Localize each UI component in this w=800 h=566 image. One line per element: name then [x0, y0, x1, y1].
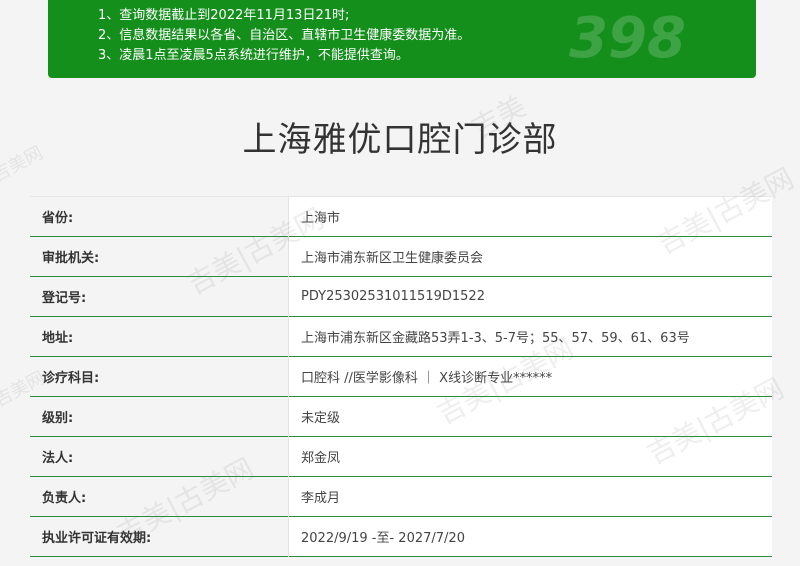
row-value: 李成月 [301, 491, 341, 506]
row-label: 诊疗科目: [30, 356, 289, 397]
notice-line-1: 1、查询数据截止到2022年11月13日21时; [98, 8, 350, 23]
row-label: 法人: [30, 436, 289, 477]
table-row-license-validity: 执业许可证有效期: 2022/9/19 -至- 2027/7/20 [30, 516, 772, 557]
row-value: 上海市浦东新区金藏路53弄1-3、5-7号；55、57、59、61、63号 [301, 331, 690, 346]
row-value: 口腔科 //医学影像科 ｜ X线诊断专业****** [301, 371, 553, 386]
notice-banner: 1、查询数据截止到2022年11月13日21时; 2、信息数据结果以各省、自治区… [48, 0, 756, 78]
page-title: 上海雅优口腔门诊部 [242, 120, 558, 160]
row-value: PDY25302531011519D1522 [301, 289, 485, 304]
notice-line-3: 3、凌晨1点至凌晨5点系统进行维护，不能提供查询。 [98, 48, 409, 63]
row-label: 审批机关: [30, 236, 289, 277]
info-table: 省份: 上海市 审批机关: 上海市浦东新区卫生健康委员会 登记号: PDY253… [30, 196, 772, 557]
row-value: 未定级 [301, 411, 341, 426]
row-label: 登记号: [30, 276, 289, 317]
row-value: 上海市浦东新区卫生健康委员会 [301, 251, 484, 266]
table-row-registration-number: 登记号: PDY25302531011519D1522 [30, 276, 772, 317]
row-label: 执业许可证有效期: [30, 516, 289, 557]
table-row-address: 地址: 上海市浦东新区金藏路53弄1-3、5-7号；55、57、59、61、63… [30, 316, 772, 357]
row-value: 郑金凤 [301, 451, 341, 466]
table-row-departments: 诊疗科目: 口腔科 //医学影像科 ｜ X线诊断专业****** [30, 356, 772, 397]
table-row-level: 级别: 未定级 [30, 396, 772, 437]
notice-line-2: 2、信息数据结果以各省、自治区、直辖市卫生健康委数据为准。 [98, 28, 471, 43]
row-label: 省份: [30, 196, 289, 237]
table-row-province: 省份: 上海市 [30, 196, 772, 237]
row-value: 上海市 [301, 211, 341, 226]
table-row-responsible-person: 负责人: 李成月 [30, 476, 772, 517]
row-label: 地址: [30, 316, 289, 357]
row-value: 2022/9/19 -至- 2027/7/20 [301, 531, 465, 546]
table-row-legal-person: 法人: 郑金凤 [30, 436, 772, 477]
row-label: 级别: [30, 396, 289, 437]
table-row-approval-authority: 审批机关: 上海市浦东新区卫生健康委员会 [30, 236, 772, 277]
row-label: 负责人: [30, 476, 289, 517]
